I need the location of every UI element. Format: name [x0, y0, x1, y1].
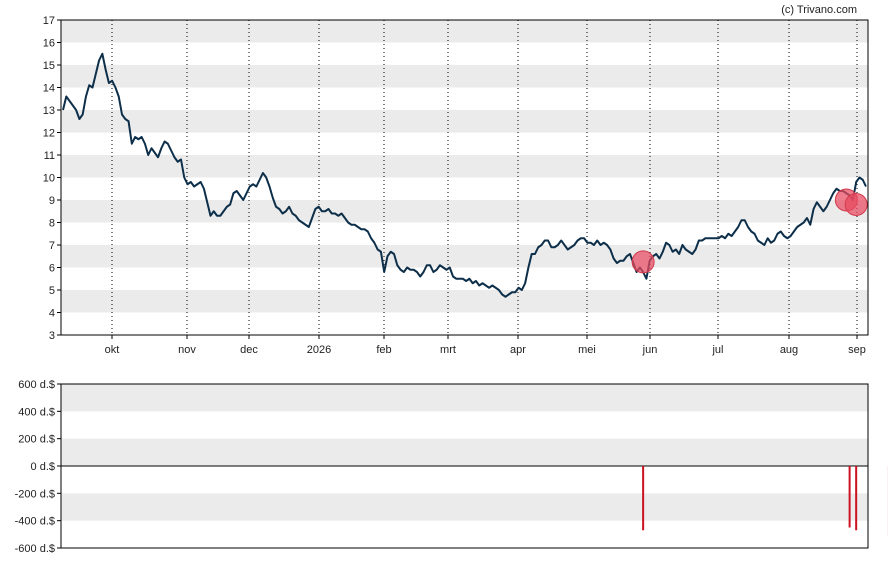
x-tick-label: feb [376, 344, 391, 356]
panel-frames [60, 19, 869, 549]
y-tick-label: 14 [43, 83, 55, 95]
y-tick-label: 5 [49, 285, 55, 297]
x-tick-label: jul [711, 344, 723, 356]
volume-band [61, 438, 868, 466]
x-tick-label: dec [240, 344, 258, 356]
x-tick-label: 2026 [307, 344, 331, 356]
y-tick-label: 15 [43, 60, 55, 72]
y-tick-label: 7 [49, 240, 55, 252]
volume-y-tick-label: 200 d.$ [18, 434, 55, 446]
trade-marker [631, 250, 655, 274]
copyright-text: (c) Trivano.com [781, 4, 857, 16]
x-tick-label: nov [178, 344, 196, 356]
price-band [61, 245, 868, 268]
y-tick-label: 3 [49, 330, 55, 342]
volume-panel-bands [61, 384, 868, 521]
y-tick-label: 11 [44, 150, 55, 162]
x-tick-label: mrt [440, 344, 456, 356]
volume-y-tick-label: 0 d.$ [31, 461, 55, 473]
trade-marker [844, 193, 868, 216]
x-tick-label: apr [510, 344, 526, 356]
y-tick-label: 13 [43, 105, 55, 117]
y-tick-label: 12 [43, 128, 55, 140]
x-tick-label: mei [578, 344, 596, 356]
volume-band [61, 493, 868, 521]
stock-chart: 3 4 5 6 7 8 9 10 11 12 13 14 15 16 17 okt nov dec 2026 feb… [0, 0, 888, 565]
volume-y-tick-label: -600 d.$ [15, 543, 55, 555]
x-tick-label: okt [105, 344, 120, 356]
y-tick-label: 6 [49, 263, 55, 275]
price-band [61, 20, 868, 43]
y-tick-label: 9 [49, 195, 55, 207]
volume-y-tick-label: -400 d.$ [15, 516, 55, 528]
price-x-axis-ticks: okt nov dec 2026 feb mrt apr mei jun jul aug sep [105, 335, 866, 356]
chart-canvas: 3 4 5 6 7 8 9 10 11 12 13 14 15 16 17 okt nov dec 2026 feb… [15, 4, 888, 555]
x-tick-label: aug [780, 344, 798, 356]
volume-y-tick-label: -200 d.$ [15, 488, 55, 500]
price-band [61, 290, 868, 313]
y-tick-label: 10 [43, 173, 55, 185]
x-tick-label: jun [642, 344, 658, 356]
y-tick-label: 17 [43, 15, 55, 27]
price-band [61, 200, 868, 223]
price-y-axis-ticks: 3 4 5 6 7 8 9 10 11 12 13 14 15 16 17 [43, 15, 61, 342]
y-tick-label: 4 [49, 308, 55, 320]
volume-band [61, 384, 868, 412]
x-tick-label: sep [848, 344, 866, 356]
volume-y-tick-label: 600 d.$ [18, 379, 55, 391]
y-tick-label: 8 [49, 218, 55, 230]
volume-y-tick-label: 400 d.$ [18, 406, 55, 418]
price-band [61, 110, 868, 133]
price-band [61, 65, 868, 88]
y-tick-label: 16 [43, 38, 55, 50]
